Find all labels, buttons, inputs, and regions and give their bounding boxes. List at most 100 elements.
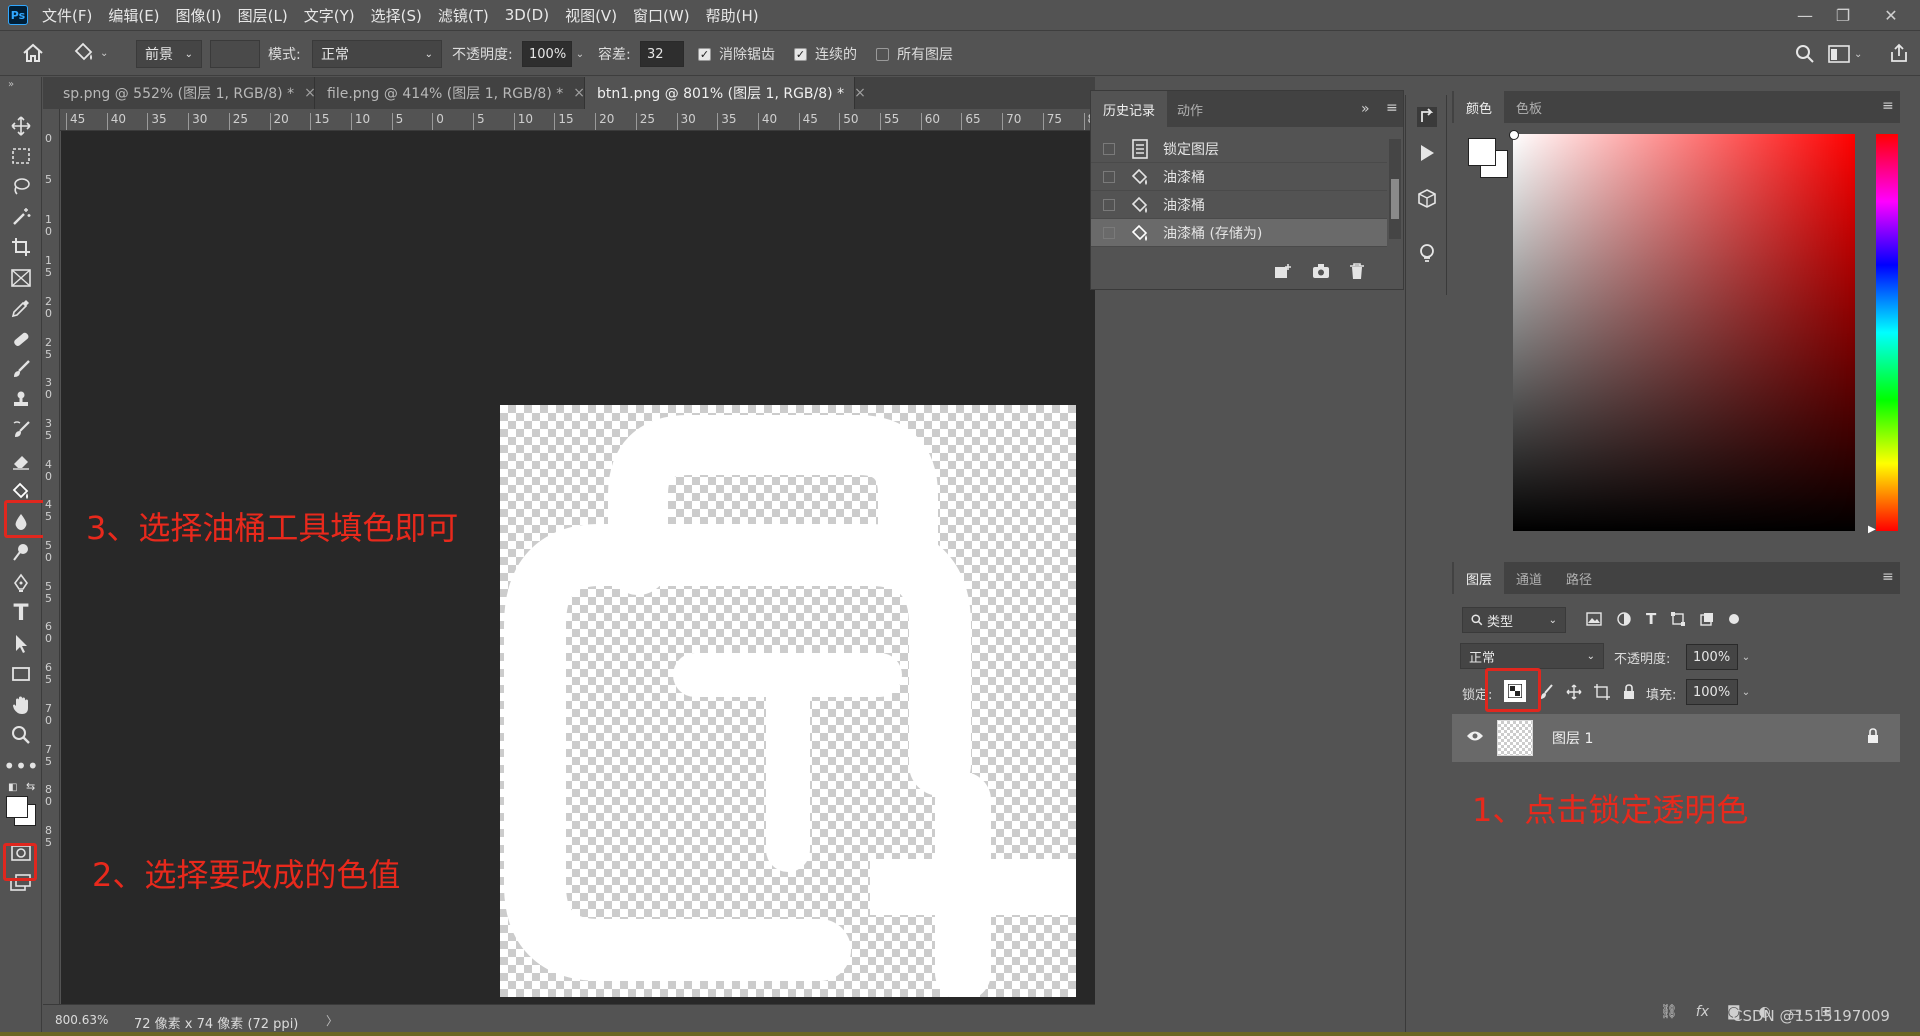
panel-menu-icon[interactable]: ≡ (1882, 98, 1894, 114)
close-window-button[interactable]: ✕ (1872, 2, 1910, 28)
opacity-slider-toggle[interactable]: ⌄ (572, 41, 588, 67)
shape-filter-icon[interactable] (1671, 612, 1686, 626)
history-row[interactable]: 油漆桶 (1091, 163, 1387, 191)
opacity-input[interactable]: 100% (522, 41, 572, 67)
marquee-tool[interactable] (6, 142, 36, 170)
hue-slider-handle[interactable]: ▶ (1868, 524, 1876, 535)
new-document-from-state-button[interactable] (1271, 259, 1295, 283)
dodge-tool[interactable] (6, 538, 36, 566)
minimize-button[interactable]: — (1786, 2, 1824, 28)
chevron-right-icon[interactable]: 〉 (326, 1012, 338, 1029)
menu-3d[interactable]: 3D(D) (505, 6, 549, 24)
collapse-panel-icon[interactable]: » (1361, 101, 1370, 117)
eyedropper-tool[interactable] (6, 294, 36, 322)
tab-file-png[interactable]: file.png @ 414% (图层 1, RGB/8) * × (315, 77, 585, 109)
menu-help[interactable]: 帮助(H) (706, 5, 759, 26)
crop-tool[interactable] (6, 233, 36, 261)
hand-tool[interactable] (6, 691, 36, 719)
visibility-toggle[interactable] (1466, 730, 1484, 746)
layer-thumbnail[interactable] (1497, 720, 1533, 756)
brush-lock-icon[interactable] (1540, 684, 1554, 700)
tab-color[interactable]: 颜色 (1454, 91, 1505, 123)
tab-btn1-png[interactable]: btn1.png @ 801% (图层 1, RGB/8) * × (585, 77, 866, 109)
history-panel-button[interactable] (1411, 101, 1443, 133)
canvas-area[interactable]: 3、选择油桶工具填色即可 2、选择要改成的色值 (61, 131, 1095, 1004)
tab-paths[interactable]: 路径 (1554, 562, 1604, 594)
learn-panel-button[interactable] (1411, 237, 1443, 269)
menu-image[interactable]: 图像(I) (176, 5, 222, 26)
foreground-color-swatch[interactable] (1468, 138, 1496, 166)
menu-edit[interactable]: 编辑(E) (108, 5, 159, 26)
fx-icon[interactable]: fx (1696, 1004, 1709, 1020)
close-icon[interactable]: × (573, 85, 585, 101)
panel-menu-icon[interactable]: ≡ (1386, 100, 1398, 116)
swap-colors-icon[interactable]: ⇆ (26, 780, 35, 793)
history-row[interactable]: 油漆桶 (1091, 191, 1387, 219)
layer-filter-dropdown[interactable]: 类型 ⌄ (1462, 607, 1566, 633)
history-source-checkbox[interactable] (1103, 170, 1115, 183)
magic-wand-tool[interactable] (6, 203, 36, 231)
brush-tool[interactable] (6, 355, 36, 383)
scrollbar-thumb[interactable] (1391, 179, 1399, 219)
blend-mode-dropdown[interactable]: 正常 ⌄ (1460, 643, 1604, 669)
adjustment-filter-icon[interactable] (1617, 612, 1631, 626)
menu-layer[interactable]: 图层(L) (238, 5, 288, 26)
menu-file[interactable]: 文件(F) (42, 5, 92, 26)
restore-button[interactable]: ❐ (1824, 2, 1862, 28)
saturation-brightness-field[interactable] (1509, 130, 1855, 531)
tool-preset-picker[interactable]: ⌄ (70, 40, 122, 66)
tab-layers[interactable]: 图层 (1454, 562, 1505, 594)
tab-swatches[interactable]: 色板 (1504, 91, 1554, 123)
contiguous-checkbox[interactable]: ✓ 连续的 (794, 44, 857, 64)
image-filter-icon[interactable] (1586, 612, 1602, 626)
healing-brush-tool[interactable] (6, 325, 36, 353)
layer-opacity-input[interactable]: 100% (1686, 644, 1738, 670)
move-lock-icon[interactable] (1566, 684, 1582, 700)
pen-tool[interactable] (6, 569, 36, 597)
tolerance-input[interactable]: 32 (640, 41, 684, 67)
all-layers-checkbox[interactable]: 所有图层 (876, 44, 953, 64)
history-row[interactable]: 锁定图层 (1091, 135, 1387, 163)
type-tool[interactable]: T (6, 599, 36, 627)
fill-source-dropdown[interactable]: 前景 ⌄ (136, 40, 202, 68)
type-filter-icon[interactable]: T (1646, 610, 1656, 628)
panel-menu-icon[interactable]: ≡ (1882, 569, 1894, 585)
actions-panel-button[interactable] (1411, 137, 1443, 169)
history-source-checkbox[interactable] (1103, 142, 1115, 155)
frame-tool[interactable] (6, 264, 36, 292)
layer-fill-input[interactable]: 100% (1686, 679, 1738, 705)
collapse-toolbar-icon[interactable]: » (8, 79, 14, 90)
chevron-down-icon[interactable]: ⌄ (1738, 679, 1754, 705)
link-layers-icon[interactable]: ⛓ (1660, 1004, 1678, 1020)
tab-history[interactable]: 历史记录 (1091, 91, 1168, 127)
history-scrollbar[interactable] (1389, 139, 1401, 239)
tab-channels[interactable]: 通道 (1504, 562, 1554, 594)
menu-view[interactable]: 视图(V) (565, 5, 617, 26)
tab-sp-png[interactable]: sp.png @ 552% (图层 1, RGB/8) * × (51, 77, 316, 109)
pattern-picker[interactable] (210, 40, 260, 68)
menu-filter[interactable]: 滤镜(T) (438, 5, 489, 26)
antialias-checkbox[interactable]: ✓ 消除锯齿 (698, 44, 775, 64)
snapshot-button[interactable] (1309, 259, 1333, 283)
menu-window[interactable]: 窗口(W) (633, 5, 690, 26)
rectangle-tool[interactable] (6, 660, 36, 688)
menu-select[interactable]: 选择(S) (371, 5, 422, 26)
document-canvas[interactable] (500, 405, 1076, 997)
foreground-color-swatch[interactable] (6, 796, 28, 818)
share-button[interactable] (1886, 40, 1912, 66)
chevron-down-icon[interactable]: ⌄ (1738, 644, 1754, 670)
default-colors-icon[interactable]: ◧ (8, 782, 17, 793)
workspace-switcher[interactable]: ⌄ (1828, 41, 1862, 67)
lasso-tool[interactable] (6, 172, 36, 200)
clone-stamp-tool[interactable] (6, 386, 36, 414)
move-tool[interactable] (6, 112, 36, 140)
menu-type[interactable]: 文字(Y) (304, 5, 355, 26)
history-row-active[interactable]: 油漆桶 (存储为) (1091, 219, 1387, 247)
zoom-tool[interactable] (6, 721, 36, 749)
edit-toolbar-button[interactable]: ••• (3, 752, 38, 780)
filter-toggle-icon[interactable] (1729, 614, 1740, 624)
artboard-lock-icon[interactable] (1594, 684, 1610, 700)
history-source-checkbox[interactable] (1103, 226, 1115, 239)
picker-cursor[interactable] (1509, 130, 1519, 140)
zoom-level[interactable]: 800.63% (55, 1013, 108, 1027)
